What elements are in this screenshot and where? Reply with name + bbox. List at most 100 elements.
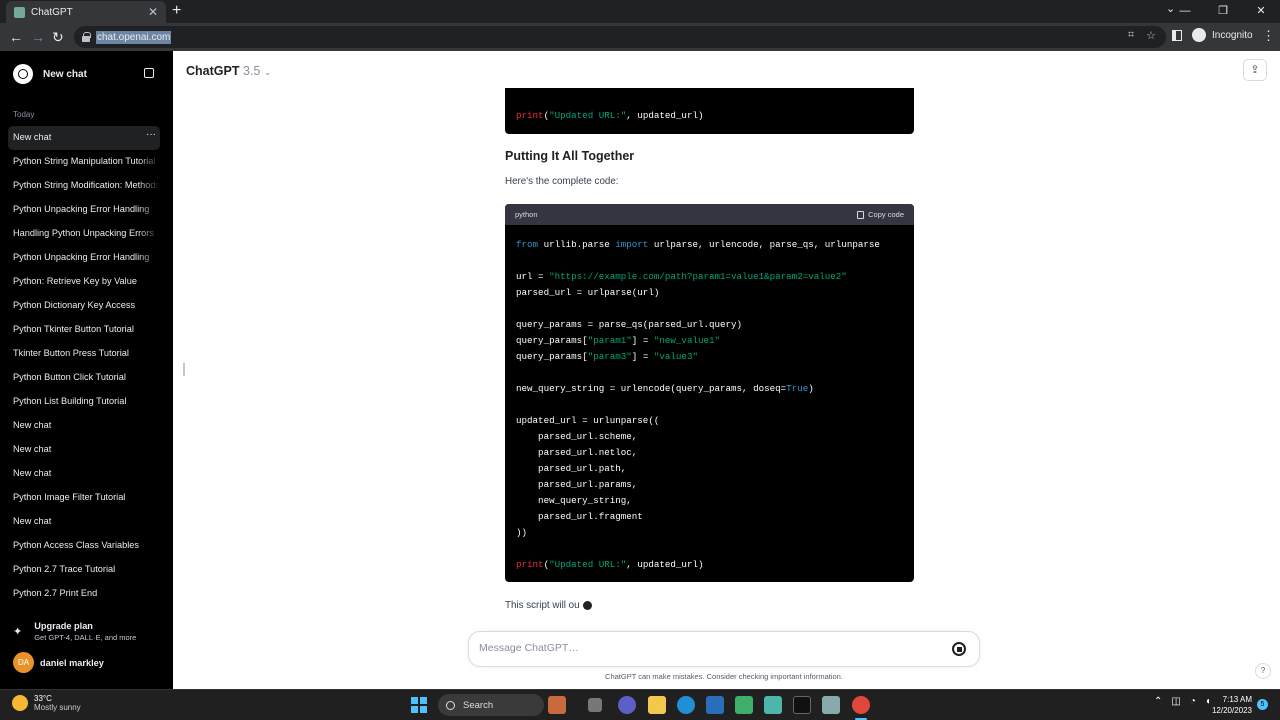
sidebar-item[interactable]: Tkinter Button Press Tutorial (8, 342, 160, 366)
sidebar-item[interactable]: Python String Manipulation Tutorial (8, 150, 160, 174)
sidebar-item[interactable]: New chat (8, 438, 160, 462)
task-view-icon[interactable] (588, 698, 602, 712)
sun-icon (12, 695, 28, 711)
tray-chevron-icon[interactable]: ⌃ (1154, 696, 1162, 707)
code-line: updated_url = urlunparse(( (516, 415, 660, 426)
taskbar-search-label: Search (463, 699, 494, 711)
message-composer[interactable] (468, 631, 980, 667)
user-menu-button[interactable]: DA daniel markley (13, 652, 104, 673)
code-line: )) (516, 527, 528, 538)
sidebar-item[interactable]: Python Tkinter Button Tutorial (8, 318, 160, 342)
vscode-app-icon[interactable] (764, 696, 782, 714)
incognito-eye-off-icon[interactable]: ⌗ (1128, 29, 1134, 42)
sidebar-item[interactable]: New chat (8, 414, 160, 438)
stop-generating-button[interactable] (952, 642, 966, 656)
browser-tab-chatgpt[interactable]: ChatGPT ✕ (6, 1, 166, 23)
browser-menu-icon[interactable]: ⋮ (1262, 28, 1275, 44)
sidebar-item-label: New chat (13, 132, 52, 142)
code-line: parsed_url.scheme, (516, 431, 638, 442)
streaming-text: This script will ou (505, 600, 580, 611)
model-selector[interactable]: ChatGPT 3.5 ⌄ (186, 64, 271, 78)
edge-browser-icon[interactable] (677, 696, 695, 714)
chrome-app-icon[interactable] (852, 696, 870, 714)
code-line: parsed_url = urlparse(url) (516, 287, 660, 298)
sidebar-item[interactable]: New chat (8, 510, 160, 534)
address-bar[interactable]: chat.openai.com ⌗ ☆ (74, 26, 1166, 48)
copy-code-button[interactable]: Copy code (857, 210, 904, 219)
widgets-app-icon[interactable] (548, 696, 566, 714)
taskbar-search[interactable]: Search (438, 694, 544, 716)
sidebar-item[interactable]: Python 2.7 Trace Tutorial (8, 558, 160, 582)
sidebar-item[interactable]: New chat ··· (8, 126, 160, 150)
code-block: python Copy code from urllib.parse impor… (505, 204, 914, 582)
intro-paragraph: Here's the complete code: (505, 176, 619, 187)
file-explorer-icon[interactable] (648, 696, 666, 714)
code-line: from urllib.parse import urlparse, urlen… (516, 239, 880, 250)
code-line: parsed_url.netloc, (516, 447, 638, 458)
windows-start-icon[interactable] (411, 697, 427, 713)
lock-icon[interactable] (82, 32, 91, 42)
reload-icon[interactable]: ↻ (52, 28, 64, 46)
sidebar-item[interactable]: Handling Python Unpacking Errors (8, 222, 160, 246)
network-icon[interactable]: ◫ (1171, 696, 1180, 707)
snipping-tool-icon[interactable] (822, 696, 840, 714)
bookmark-star-icon[interactable]: ☆ (1146, 29, 1156, 42)
previous-code-block: print("Updated URL:", updated_url) (505, 88, 914, 134)
compose-icon[interactable] (144, 68, 154, 78)
sidebar-item[interactable]: Python Unpacking Error Handling (8, 246, 160, 270)
new-chat-button[interactable]: New chat (8, 61, 160, 87)
share-icon[interactable]: ⇪ (1243, 59, 1267, 81)
sidebar-item[interactable]: Python Unpacking Error Handling (8, 198, 160, 222)
message-input[interactable] (479, 642, 939, 654)
notification-badge[interactable]: 5 (1257, 699, 1268, 710)
sparkle-icon: ✦ (13, 626, 23, 638)
sidebar-item[interactable]: Python String Modification: Methods (8, 174, 160, 198)
sidebar-item[interactable]: Python: Retrieve Key by Value (8, 270, 160, 294)
url-text[interactable]: chat.openai.com (96, 30, 172, 44)
sidebar-item[interactable]: Python Dictionary Key Access (8, 294, 160, 318)
omnibox-actions: ⌗ ☆ (1128, 29, 1156, 42)
weather-widget[interactable]: 33°C Mostly sunny (12, 694, 81, 712)
sidebar-item[interactable]: Python Image Filter Tutorial (8, 486, 160, 510)
sidebar-resize-handle[interactable] (183, 363, 185, 376)
sidebar-item[interactable]: Python Button Click Tutorial (8, 366, 160, 390)
forward-arrow-icon[interactable]: → (31, 28, 45, 46)
terminal-app-icon[interactable] (793, 696, 811, 714)
weather-desc: Mostly sunny (34, 703, 81, 712)
code-line: print("Updated URL:", updated_url) (516, 559, 704, 570)
close-window-button[interactable]: ✕ (1242, 0, 1280, 23)
help-button[interactable]: ? (1255, 663, 1271, 679)
clipboard-icon (857, 210, 865, 219)
sidebar-item[interactable]: Python 2.7 Print End (8, 582, 160, 606)
user-name: daniel markley (40, 657, 104, 668)
sidebar-item[interactable]: Python List Building Tutorial (8, 390, 160, 414)
close-tab-icon[interactable]: ✕ (148, 5, 158, 19)
chat-app-icon[interactable] (618, 696, 636, 714)
upgrade-subtitle: Get GPT-4, DALL·E, and more (34, 633, 137, 642)
code-line: url = "https://example.com/path?param1=v… (516, 271, 847, 282)
code-header: python Copy code (505, 204, 914, 225)
code-line: parsed_url.params, (516, 479, 638, 490)
restore-button[interactable]: ❐ (1204, 0, 1242, 23)
new-tab-button[interactable]: + (172, 2, 181, 20)
incognito-icon (1192, 28, 1206, 42)
notepad-app-icon[interactable] (735, 696, 753, 714)
system-tray: ⌃ ◫ ◔ ◖ (1154, 696, 1211, 707)
sidebar-item[interactable]: Python Access Class Variables (8, 534, 160, 558)
minimize-button[interactable]: — (1166, 0, 1204, 23)
store-app-icon[interactable] (706, 696, 724, 714)
side-panel-icon[interactable] (1172, 30, 1182, 41)
clock-date: 12/20/2023 (1211, 706, 1252, 715)
sidebar-item[interactable]: New chat (8, 462, 160, 486)
wifi-icon[interactable]: ◔ (1190, 696, 1196, 707)
more-options-icon[interactable]: ··· (146, 126, 156, 146)
upgrade-plan-button[interactable]: ✦ Upgrade plan Get GPT-4, DALL·E, and mo… (13, 621, 136, 642)
disclaimer: ChatGPT can make mistakes. Consider chec… (605, 672, 843, 681)
weather-temp: 33°C (34, 694, 52, 703)
taskbar-clock[interactable]: 7:13 AM 12/20/2023 (1208, 694, 1252, 716)
chat-main: ChatGPT 3.5 ⌄ ⇪ print("Updated URL:", up… (173, 51, 1280, 689)
history-section-label: Today (13, 110, 35, 119)
code-line: query_params = parse_qs(parsed_url.query… (516, 319, 743, 330)
incognito-badge[interactable]: Incognito (1192, 28, 1253, 42)
back-arrow-icon[interactable]: ← (9, 28, 23, 46)
